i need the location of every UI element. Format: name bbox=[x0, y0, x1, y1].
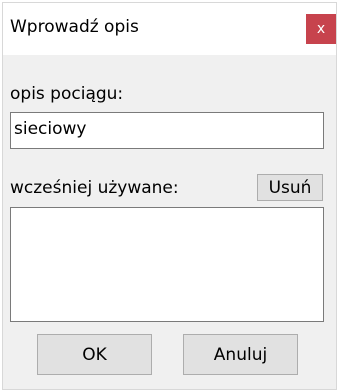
history-label: wcześniej używane: bbox=[10, 178, 179, 198]
delete-button-label: Usuń bbox=[268, 177, 312, 198]
description-input[interactable]: sieciowy bbox=[10, 112, 324, 149]
title-bar: Wprowadź opis x bbox=[3, 3, 336, 55]
history-list[interactable] bbox=[10, 207, 324, 322]
ok-button[interactable]: OK bbox=[37, 334, 152, 375]
cancel-button[interactable]: Anuluj bbox=[183, 334, 298, 375]
dialog-title: Wprowadź opis bbox=[10, 17, 139, 37]
delete-button[interactable]: Usuń bbox=[257, 174, 323, 201]
dialog-body: opis pociągu: sieciowy wcześniej używane… bbox=[3, 55, 336, 389]
cancel-button-label: Anuluj bbox=[213, 344, 268, 365]
description-dialog: Wprowadź opis x opis pociągu: sieciowy w… bbox=[2, 2, 337, 390]
close-button[interactable]: x bbox=[306, 14, 336, 44]
description-label: opis pociągu: bbox=[10, 84, 124, 104]
close-icon: x bbox=[316, 21, 326, 37]
description-input-value: sieciowy bbox=[14, 119, 87, 139]
ok-button-label: OK bbox=[82, 344, 107, 365]
